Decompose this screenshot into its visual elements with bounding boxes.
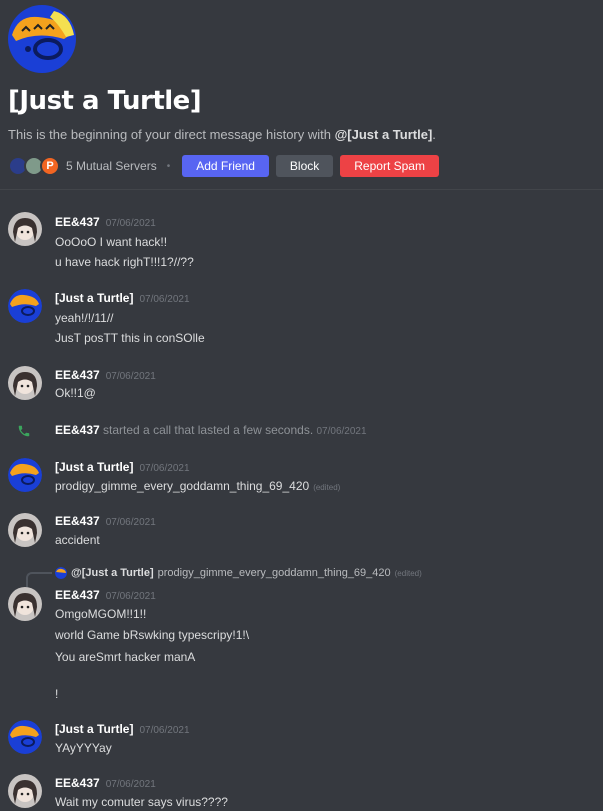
message-text: !: [55, 687, 59, 701]
edited-label: (edited): [313, 483, 341, 492]
message-text: You areSmrt hacker manA: [55, 650, 196, 664]
profile-actions: P 5 Mutual Servers • Add Friend Block Re…: [8, 154, 446, 178]
message-author[interactable]: EE&437 07/06/2021: [55, 215, 156, 229]
add-friend-button[interactable]: Add Friend: [182, 155, 269, 177]
dot-icon: •: [166, 160, 171, 172]
page-title: [Just a Turtle]: [8, 86, 202, 116]
user-avatar[interactable]: [8, 587, 42, 621]
message-timestamp: 07/06/2021: [105, 218, 156, 229]
message-text: accident: [55, 533, 100, 547]
message-text: Wait my comuter says virus????: [55, 795, 228, 809]
reply-author[interactable]: @[Just a Turtle]: [71, 567, 154, 579]
message-text: OoOoO I want hack!!: [55, 235, 168, 249]
server-icon[interactable]: P: [40, 156, 60, 176]
user-avatar[interactable]: [8, 212, 42, 246]
message-text: Ok!!1@: [55, 386, 96, 400]
message-author[interactable]: EE&437 07/06/2021: [55, 514, 156, 528]
user-avatar[interactable]: [8, 513, 42, 547]
mutual-servers-link[interactable]: 5 Mutual Servers: [66, 159, 157, 173]
message-timestamp: 07/06/2021: [105, 517, 156, 528]
message-text: u have hack righT!!!1?//??: [55, 255, 194, 269]
message-author[interactable]: [Just a Turtle] 07/06/2021: [55, 722, 190, 736]
message-timestamp: 07/06/2021: [139, 294, 190, 305]
turtle-avatar[interactable]: [8, 458, 42, 492]
turtle-avatar[interactable]: [8, 289, 42, 323]
message-timestamp: 07/06/2021: [105, 779, 156, 790]
message-text: prodigy_gimme_every_goddamn_thing_69_420: [55, 479, 310, 493]
user-avatar[interactable]: [8, 366, 42, 400]
message-author[interactable]: [Just a Turtle] 07/06/2021: [55, 460, 190, 474]
message-timestamp: 07/06/2021: [139, 463, 190, 474]
message-timestamp: 07/06/2021: [139, 725, 190, 736]
message-timestamp: 07/06/2021: [105, 371, 156, 382]
message-text: JusT posTT this in conSOlle: [55, 331, 205, 345]
reply-connector: [26, 572, 52, 588]
message-author[interactable]: EE&437 07/06/2021: [55, 368, 156, 382]
intro-username: @[Just a Turtle]: [334, 127, 433, 142]
reply-preview[interactable]: @[Just a Turtle] prodigy_gimme_every_godd…: [55, 567, 422, 579]
turtle-avatar-large: [8, 5, 76, 73]
turtle-avatar-small: [55, 567, 67, 579]
reply-text: prodigy_gimme_every_goddamn_thing_69_420: [157, 567, 391, 579]
block-button[interactable]: Block: [275, 155, 334, 177]
message-text: OmgoMGOM!!1!!: [55, 607, 147, 621]
user-avatar[interactable]: [8, 774, 42, 808]
report-spam-button[interactable]: Report Spam: [340, 155, 439, 177]
message-author[interactable]: EE&437 07/06/2021: [55, 776, 156, 790]
phone-icon: [18, 425, 30, 437]
message-author[interactable]: EE&437: [55, 423, 100, 437]
message-author[interactable]: [Just a Turtle] 07/06/2021: [55, 291, 190, 305]
message-timestamp: 07/06/2021: [316, 426, 367, 437]
message-author[interactable]: EE&437 07/06/2021: [55, 588, 156, 602]
divider: [0, 189, 603, 190]
edited-label: (edited): [394, 568, 422, 578]
turtle-avatar[interactable]: [8, 720, 42, 754]
dm-intro-text: This is the beginning of your direct mes…: [8, 127, 436, 142]
message-timestamp: 07/06/2021: [105, 591, 156, 602]
message-text: world Game bRswking typescripy!1!\: [55, 628, 250, 642]
message-text: yeah!/!/11//: [55, 311, 114, 325]
message-text: YAyYYYay: [55, 741, 112, 755]
